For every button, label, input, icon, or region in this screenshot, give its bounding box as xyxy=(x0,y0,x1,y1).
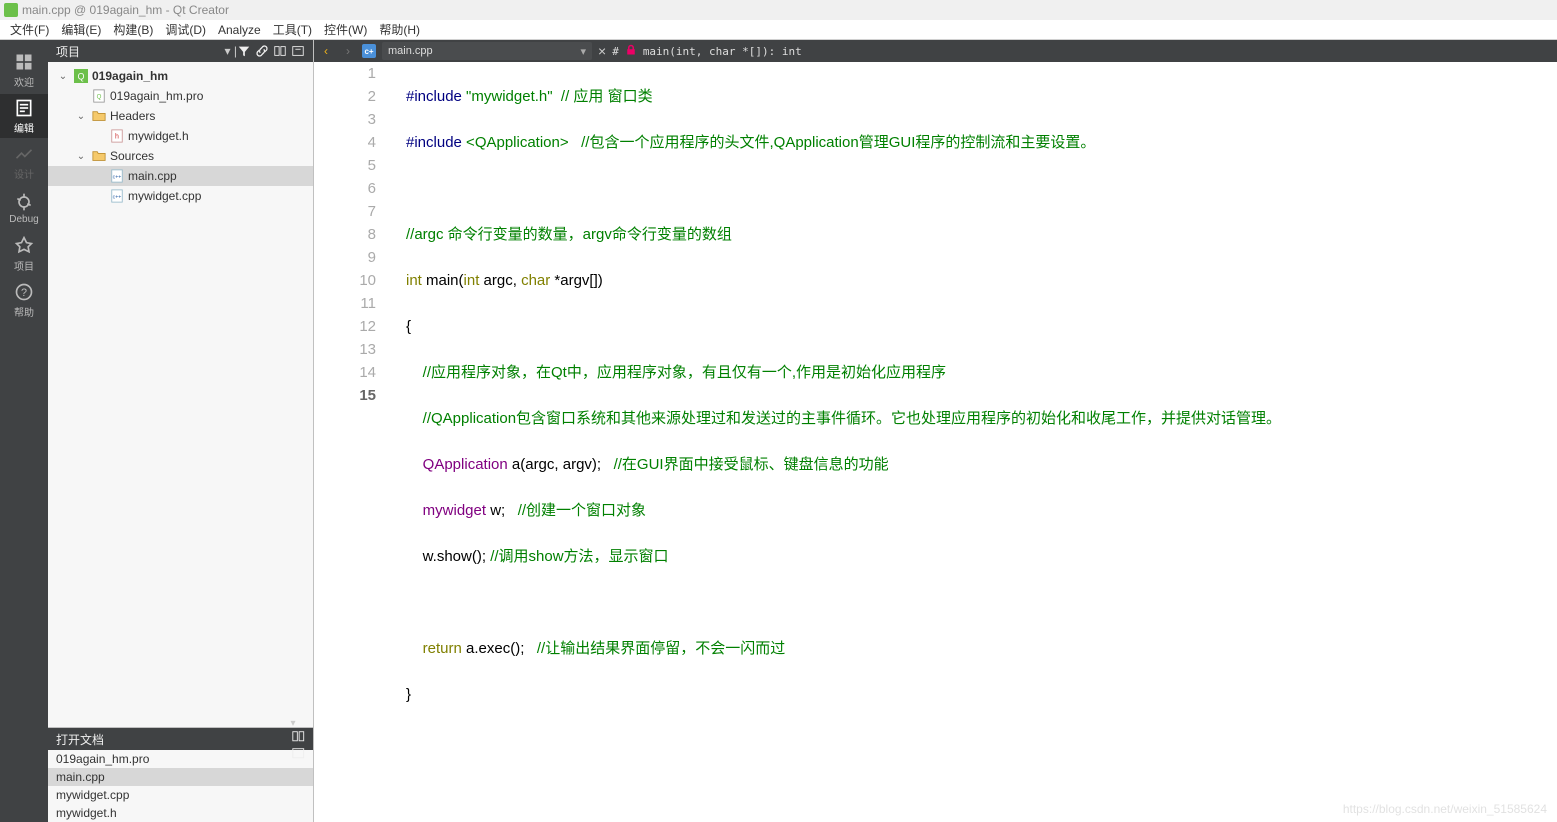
open-doc-pro[interactable]: 019again_hm.pro xyxy=(48,750,313,768)
line-number: 4 xyxy=(314,131,376,154)
split-icon[interactable] xyxy=(273,44,287,58)
mode-help-label: 帮助 xyxy=(14,304,34,319)
open-docs-title: 打开文档 xyxy=(56,731,104,748)
window-title: main.cpp @ 019again_hm - Qt Creator xyxy=(22,3,229,17)
mode-projects-label: 项目 xyxy=(14,258,34,273)
svg-text:c++: c++ xyxy=(113,175,122,181)
tree-header-label: mywidget.h xyxy=(128,129,189,143)
tree-main-cpp[interactable]: c++ main.cpp xyxy=(48,166,313,186)
nav-back-button[interactable]: ‹ xyxy=(318,43,334,59)
svg-text:Q: Q xyxy=(78,72,85,82)
open-documents: 打开文档 ▾ 019again_hm.pro main.cpp mywidget… xyxy=(48,727,313,822)
menu-edit[interactable]: 编辑(E) xyxy=(55,21,107,38)
svg-text:h: h xyxy=(115,134,119,141)
pro-file-icon: Q xyxy=(92,89,106,103)
tree-sources[interactable]: ⌄ Sources xyxy=(48,146,313,166)
tree-sources-label: Sources xyxy=(110,149,154,163)
editor-toolbar: ‹ › c+ main.cpp ▾ × # main(int, char *[]… xyxy=(314,40,1557,62)
line-number: 6 xyxy=(314,177,376,200)
split-icon[interactable] xyxy=(291,729,306,744)
line-number: 11 xyxy=(314,292,376,315)
titlebar: main.cpp @ 019again_hm - Qt Creator xyxy=(0,0,1557,20)
close-panel-icon[interactable] xyxy=(291,746,306,761)
line-number: 3 xyxy=(314,108,376,131)
filter-icon[interactable] xyxy=(237,44,251,58)
nav-forward-button[interactable]: › xyxy=(340,43,356,59)
mode-design[interactable]: 设计 xyxy=(0,140,48,184)
line-number: 9 xyxy=(314,246,376,269)
editor: ‹ › c+ main.cpp ▾ × # main(int, char *[]… xyxy=(314,40,1557,822)
project-header: 项目 ▾ | xyxy=(48,40,313,62)
menubar: 文件(F) 编辑(E) 构建(B) 调试(D) Analyze 工具(T) 控件… xyxy=(0,20,1557,40)
project-header-label: 项目 xyxy=(56,43,225,60)
line-number: 7 xyxy=(314,200,376,223)
menu-help[interactable]: 帮助(H) xyxy=(373,21,426,38)
close-file-button[interactable]: × xyxy=(598,43,606,59)
menu-widgets[interactable]: 控件(W) xyxy=(318,21,373,38)
menu-build[interactable]: 构建(B) xyxy=(107,21,159,38)
side-panel: 项目 ▾ | ⌄ Q 019again_hm Q 019again_hm.pro… xyxy=(48,40,314,822)
tree-project-root[interactable]: ⌄ Q 019again_hm xyxy=(48,66,313,86)
tree-mywidget-cpp[interactable]: c++ mywidget.cpp xyxy=(48,186,313,206)
svg-text:c++: c++ xyxy=(113,195,122,201)
open-doc-mywidget-cpp[interactable]: mywidget.cpp xyxy=(48,786,313,804)
mode-welcome[interactable]: 欢迎 xyxy=(0,48,48,92)
open-doc-main[interactable]: main.cpp xyxy=(48,768,313,786)
lock-icon xyxy=(625,44,637,59)
folder-icon xyxy=(92,149,106,163)
mode-edit-label: 编辑 xyxy=(14,120,34,135)
mode-help[interactable]: ? 帮助 xyxy=(0,278,48,322)
file-selector-label: main.cpp xyxy=(388,45,433,57)
qt-icon xyxy=(4,3,18,17)
svg-text:?: ? xyxy=(21,287,27,299)
tree-main-label: main.cpp xyxy=(128,169,177,183)
cpp-file-icon: c+ xyxy=(362,44,376,58)
mode-bar: 欢迎 编辑 设计 Debug 项目 ? 帮助 xyxy=(0,40,48,822)
line-number: 14 xyxy=(314,361,376,384)
mode-edit[interactable]: 编辑 xyxy=(0,94,48,138)
tree-root-label: 019again_hm xyxy=(92,69,168,83)
gutter: 1 2 3 4 5 6 7 8 9 10 11 12 13 14 15 xyxy=(314,62,384,822)
menu-debug[interactable]: 调试(D) xyxy=(159,21,212,38)
line-number: 5 xyxy=(314,154,376,177)
close-panel-icon[interactable] xyxy=(291,44,305,58)
line-number: 1 xyxy=(314,62,376,85)
project-tree: ⌄ Q 019again_hm Q 019again_hm.pro ⌄ Head… xyxy=(48,62,313,727)
code-area[interactable]: 1 2 3 4 5 6 7 8 9 10 11 12 13 14 15 #inc… xyxy=(314,62,1557,822)
cpp-file-icon: c++ xyxy=(110,169,124,183)
hash-label: # xyxy=(612,45,619,58)
line-number: 2 xyxy=(314,85,376,108)
cpp-file-icon: c++ xyxy=(110,189,124,203)
line-number: 8 xyxy=(314,223,376,246)
menu-analyze[interactable]: Analyze xyxy=(212,23,267,37)
tree-headers[interactable]: ⌄ Headers xyxy=(48,106,313,126)
menu-tools[interactable]: 工具(T) xyxy=(267,21,318,38)
mode-welcome-label: 欢迎 xyxy=(14,74,34,89)
tree-pro-file[interactable]: Q 019again_hm.pro xyxy=(48,86,313,106)
code-text[interactable]: #include "mywidget.h" // 应用 窗口类 #include… xyxy=(402,62,1281,822)
symbol-selector[interactable]: main(int, char *[]): int xyxy=(643,45,802,58)
project-icon: Q xyxy=(74,69,88,83)
tree-header-file[interactable]: h mywidget.h xyxy=(48,126,313,146)
line-number: 15 xyxy=(314,384,376,407)
line-number: 13 xyxy=(314,338,376,361)
tree-mywidget-label: mywidget.cpp xyxy=(128,189,201,203)
link-icon[interactable] xyxy=(255,44,269,58)
menu-file[interactable]: 文件(F) xyxy=(4,21,55,38)
folder-icon xyxy=(92,109,106,123)
line-number: 10 xyxy=(314,269,376,292)
line-number: 12 xyxy=(314,315,376,338)
svg-text:Q: Q xyxy=(97,94,102,101)
mode-design-label: 设计 xyxy=(14,166,34,181)
mode-debug-label: Debug xyxy=(9,214,38,225)
tree-pro-label: 019again_hm.pro xyxy=(110,89,203,103)
watermark: https://blog.csdn.net/weixin_51585624 xyxy=(1343,802,1547,816)
mode-debug[interactable]: Debug xyxy=(0,186,48,230)
file-selector[interactable]: main.cpp ▾ xyxy=(382,42,592,60)
tree-headers-label: Headers xyxy=(110,109,155,123)
mode-projects[interactable]: 项目 xyxy=(0,232,48,276)
open-doc-mywidget-h[interactable]: mywidget.h xyxy=(48,804,313,822)
h-file-icon: h xyxy=(110,129,124,143)
